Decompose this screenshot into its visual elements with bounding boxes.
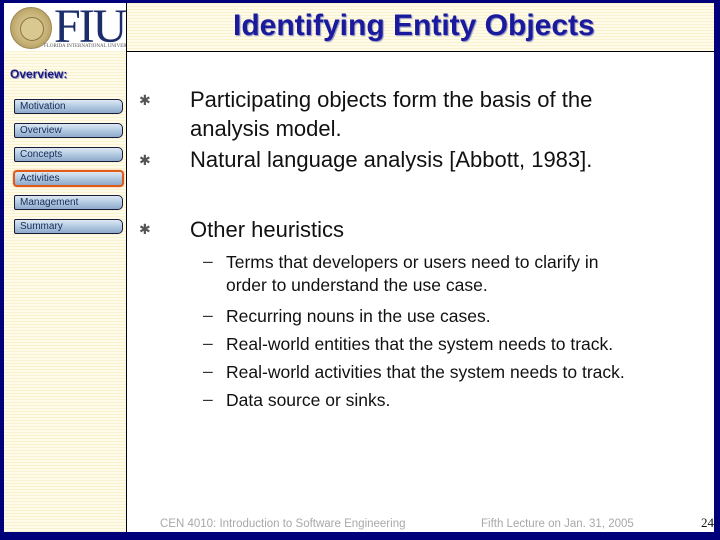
sidebar-heading: Overview: [10, 67, 68, 81]
bullet-text: Other heuristics [190, 217, 345, 242]
logo-subtext: FLORIDA INTERNATIONAL UNIVERSITY [44, 44, 127, 49]
sub-bullet-text: Recurring nouns in the use cases. [226, 306, 491, 326]
header: Identifying Entity Objects [127, 3, 714, 52]
dash-bullet-icon: – [203, 251, 213, 271]
page-number: 24 [701, 515, 714, 530]
asterisk-bullet-icon: ✱ [139, 221, 151, 237]
sidebar-item-overview[interactable]: Overview [14, 123, 123, 138]
footer-lecture: Fifth Lecture on Jan. 31, 2005 [481, 518, 634, 530]
dash-bullet-icon: – [203, 389, 213, 409]
sub-bullet-text: Real-world entities that the system need… [226, 334, 614, 354]
sidebar: Overview: Motivation Overview Concepts A… [4, 51, 127, 532]
sidebar-item-activities[interactable]: Activities [13, 170, 124, 187]
sub-bullet-text: Terms that developers or users need to c… [226, 252, 599, 295]
asterisk-bullet-icon: ✱ [139, 92, 151, 108]
bullet-text: Participating objects form the basis of … [190, 87, 593, 141]
sidebar-item-summary[interactable]: Summary [14, 219, 123, 234]
sub-bullet-text: Real-world activities that the system ne… [226, 362, 625, 382]
university-seal-icon [10, 7, 52, 49]
sub-bullet-text: Data source or sinks. [226, 390, 391, 410]
dash-bullet-icon: – [203, 305, 213, 325]
bullet-text: Natural language analysis [Abbott, 1983]… [190, 147, 593, 172]
dash-bullet-icon: – [203, 333, 213, 353]
sidebar-item-concepts[interactable]: Concepts [14, 147, 123, 162]
slide-content: ✱ Participating objects form the basis o… [127, 52, 714, 532]
asterisk-bullet-icon: ✱ [139, 152, 151, 168]
dash-bullet-icon: – [203, 361, 213, 381]
fiu-logo: FIU FLORIDA INTERNATIONAL UNIVERSITY [4, 3, 127, 52]
sidebar-item-motivation[interactable]: Motivation [14, 99, 123, 114]
page-title: Identifying Entity Objects [233, 9, 595, 42]
slide-frame: FIU FLORIDA INTERNATIONAL UNIVERSITY Ide… [4, 3, 714, 532]
footer-course: CEN 4010: Introduction to Software Engin… [160, 518, 406, 530]
sidebar-item-management[interactable]: Management [14, 195, 123, 210]
